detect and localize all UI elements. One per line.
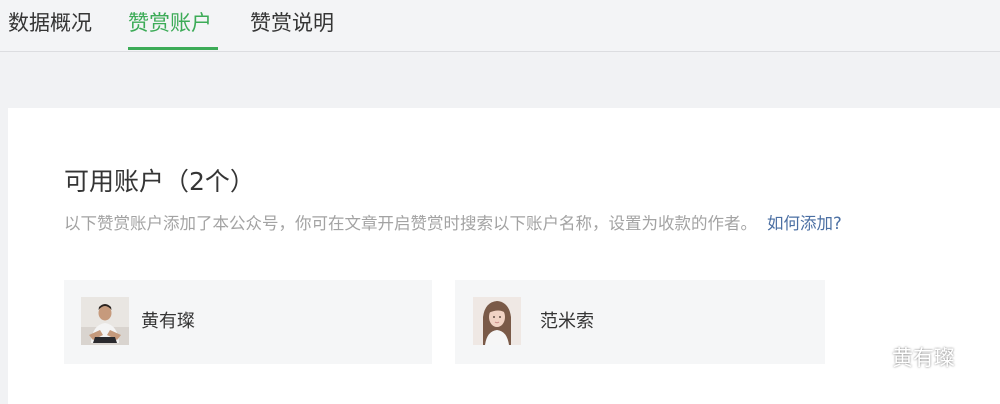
tab-bar: 数据概况 赞赏账户 赞赏说明 [0,0,1000,52]
tab-reward-accounts[interactable]: 赞赏账户 [128,0,212,52]
watermark-text: 黄有璨 [892,346,955,370]
avatar-man-icon [81,297,129,345]
active-tab-indicator [128,47,218,50]
account-card[interactable]: 范米索 [455,280,825,364]
account-name: 范米索 [540,311,594,332]
wechat-icon [847,345,884,372]
account-card[interactable]: 黄有璨 [64,280,432,364]
description-text: 以下赞赏账户添加了本公众号，你可在文章开启赞赏时搜索以下账户名称，设置为收款的作… [64,214,757,233]
section-description: 以下赞赏账户添加了本公众号，你可在文章开启赞赏时搜索以下账户名称，设置为收款的作… [64,210,842,234]
tab-data-overview[interactable]: 数据概况 [8,0,92,52]
avatar-woman-icon [473,297,521,345]
account-name: 黄有璨 [141,311,195,332]
how-to-add-link[interactable]: 如何添加? [767,214,842,233]
section-title: 可用账户（2个） [64,167,255,196]
tab-reward-instructions[interactable]: 赞赏说明 [250,0,334,52]
